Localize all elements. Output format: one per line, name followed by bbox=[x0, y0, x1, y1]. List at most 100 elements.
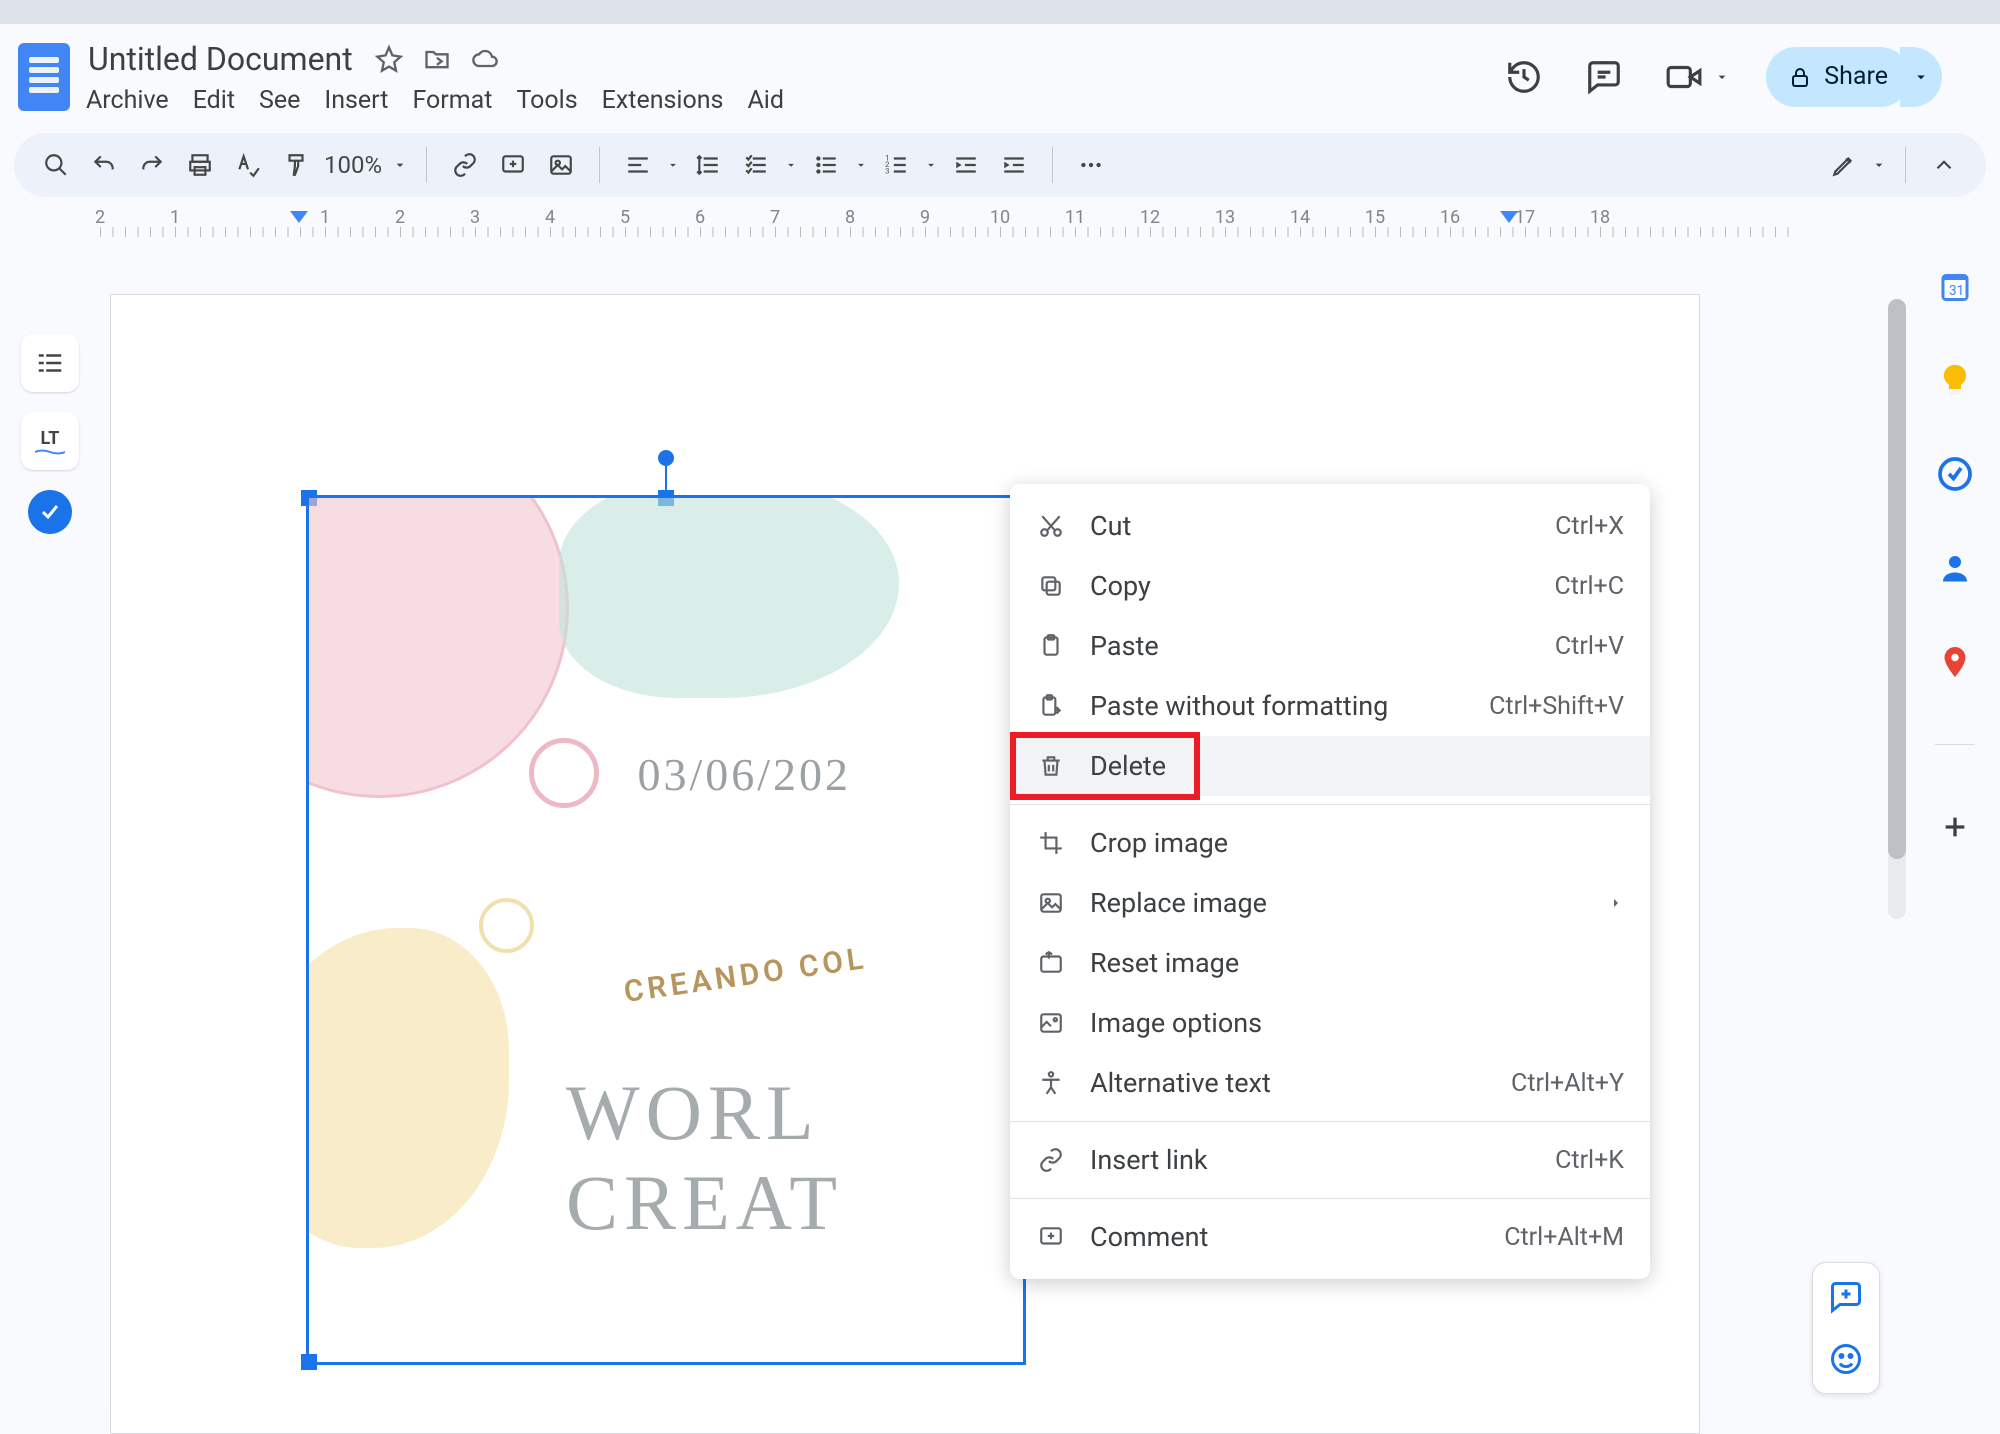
ctx-delete[interactable]: Delete bbox=[1010, 736, 1650, 796]
add-addon-icon[interactable] bbox=[1933, 805, 1977, 849]
ctx-label: Paste without formatting bbox=[1090, 690, 1388, 722]
meet-icon[interactable] bbox=[1662, 55, 1706, 99]
history-icon[interactable] bbox=[1502, 55, 1546, 99]
cloud-status-icon[interactable] bbox=[471, 45, 499, 73]
bulleted-list-icon[interactable] bbox=[806, 145, 846, 185]
chevron-down-icon[interactable] bbox=[854, 158, 868, 172]
maps-app-icon[interactable] bbox=[1933, 640, 1977, 684]
line-spacing-icon[interactable] bbox=[688, 145, 728, 185]
menu-format[interactable]: Format bbox=[412, 86, 492, 115]
emoji-reaction-icon[interactable] bbox=[1824, 1337, 1868, 1381]
comments-icon[interactable] bbox=[1582, 55, 1626, 99]
ctx-reset[interactable]: Reset image bbox=[1010, 933, 1650, 993]
menu-insert[interactable]: Insert bbox=[324, 86, 388, 115]
menu-see[interactable]: See bbox=[259, 86, 300, 115]
editing-mode[interactable] bbox=[1831, 152, 1887, 178]
keep-app-icon[interactable] bbox=[1933, 358, 1977, 402]
browser-chrome bbox=[0, 0, 2000, 24]
ctx-label: Image options bbox=[1090, 1007, 1262, 1039]
chevron-down-icon bbox=[392, 157, 408, 173]
numbered-list-icon[interactable]: 123 bbox=[876, 145, 916, 185]
more-icon[interactable] bbox=[1071, 145, 1111, 185]
ctx-comment[interactable]: CommentCtrl+Alt+M bbox=[1010, 1207, 1650, 1267]
calendar-app-icon[interactable]: 31 bbox=[1933, 264, 1977, 308]
menu-aid[interactable]: Aid bbox=[747, 86, 784, 115]
decrease-indent-icon[interactable] bbox=[946, 145, 986, 185]
chevron-down-icon[interactable] bbox=[924, 158, 938, 172]
share-button[interactable]: Share bbox=[1766, 47, 1910, 107]
reset-image-icon bbox=[1036, 948, 1066, 978]
ctx-label: Copy bbox=[1090, 570, 1151, 602]
menu-extensions[interactable]: Extensions bbox=[602, 86, 724, 115]
docs-logo-icon[interactable] bbox=[18, 43, 70, 111]
add-comment-icon[interactable] bbox=[1824, 1275, 1868, 1319]
spellcheck-icon[interactable] bbox=[228, 145, 268, 185]
ruler-tick: 7 bbox=[770, 207, 780, 228]
left-rail: LT bbox=[0, 294, 100, 1414]
ruler-tick: 16 bbox=[1440, 207, 1460, 228]
menu-archive[interactable]: Archive bbox=[86, 86, 169, 115]
search-icon[interactable] bbox=[36, 145, 76, 185]
increase-indent-icon[interactable] bbox=[994, 145, 1034, 185]
ctx-pastewf[interactable]: Paste without formattingCtrl+Shift+V bbox=[1010, 676, 1650, 736]
accessibility-icon bbox=[1036, 1068, 1066, 1098]
title-column: Untitled Document Archive Edit See Inser… bbox=[86, 38, 784, 115]
share-label: Share bbox=[1824, 62, 1888, 91]
ctx-replace[interactable]: Replace image bbox=[1010, 873, 1650, 933]
collapse-toolbar-icon[interactable] bbox=[1924, 145, 1964, 185]
ctx-label: Delete bbox=[1090, 750, 1166, 782]
zoom-selector[interactable]: 100% bbox=[324, 151, 408, 179]
rotate-handle[interactable] bbox=[658, 450, 674, 466]
chevron-down-icon[interactable] bbox=[784, 158, 798, 172]
menu-bar: Archive Edit See Insert Format Tools Ext… bbox=[86, 84, 784, 115]
chevron-down-icon[interactable] bbox=[1714, 69, 1730, 85]
move-icon[interactable] bbox=[423, 45, 451, 73]
cut-icon bbox=[1036, 511, 1066, 541]
tasks-app-icon[interactable] bbox=[1933, 452, 1977, 496]
document-title[interactable]: Untitled Document bbox=[86, 38, 355, 80]
insert-comment-icon[interactable] bbox=[493, 145, 533, 185]
ctx-options[interactable]: Image options bbox=[1010, 993, 1650, 1053]
chevron-down-icon[interactable] bbox=[666, 158, 680, 172]
check-badge-icon[interactable] bbox=[28, 490, 72, 534]
paste-plain-icon bbox=[1036, 691, 1066, 721]
ctx-cut[interactable]: CutCtrl+X bbox=[1010, 496, 1650, 556]
selected-image[interactable]: 03/06/202 CREANDO COL WORL CREAT bbox=[306, 495, 1026, 1365]
outline-icon[interactable] bbox=[21, 334, 79, 392]
align-icon[interactable] bbox=[618, 145, 658, 185]
paste-icon bbox=[1036, 631, 1066, 661]
checklist-icon[interactable] bbox=[736, 145, 776, 185]
ctx-label: Alternative text bbox=[1090, 1067, 1271, 1099]
ctx-copy[interactable]: CopyCtrl+C bbox=[1010, 556, 1650, 616]
share-dropdown[interactable] bbox=[1900, 47, 1942, 107]
horizontal-ruler[interactable]: 21123456789101112131415161718 bbox=[100, 207, 1800, 237]
ctx-link[interactable]: Insert linkCtrl+K bbox=[1010, 1130, 1650, 1190]
floating-tools bbox=[1812, 1262, 1880, 1394]
languagetool-icon[interactable]: LT bbox=[21, 412, 79, 470]
contacts-app-icon[interactable] bbox=[1933, 546, 1977, 590]
ruler-tick: 4 bbox=[545, 207, 555, 228]
undo-icon[interactable] bbox=[84, 145, 124, 185]
ctx-label: Cut bbox=[1090, 510, 1131, 542]
ctx-label: Comment bbox=[1090, 1221, 1208, 1253]
insert-image-icon[interactable] bbox=[541, 145, 581, 185]
svg-text:31: 31 bbox=[1949, 283, 1964, 299]
trash-icon bbox=[1036, 751, 1066, 781]
left-indent-marker[interactable] bbox=[290, 211, 308, 223]
star-icon[interactable] bbox=[375, 45, 403, 73]
ctx-label: Paste bbox=[1090, 630, 1159, 662]
ctx-alt[interactable]: Alternative textCtrl+Alt+Y bbox=[1010, 1053, 1650, 1113]
print-icon[interactable] bbox=[180, 145, 220, 185]
title-area: Untitled Document Archive Edit See Inser… bbox=[0, 24, 2000, 115]
menu-tools[interactable]: Tools bbox=[516, 86, 577, 115]
chevron-down-icon bbox=[1871, 157, 1887, 173]
menu-edit[interactable]: Edit bbox=[193, 86, 235, 115]
ctx-paste[interactable]: PasteCtrl+V bbox=[1010, 616, 1650, 676]
ruler-tick: 5 bbox=[620, 207, 630, 228]
link-icon bbox=[1036, 1145, 1066, 1175]
redo-icon[interactable] bbox=[132, 145, 172, 185]
ctx-crop[interactable]: Crop image bbox=[1010, 813, 1650, 873]
paint-format-icon[interactable] bbox=[276, 145, 316, 185]
insert-link-icon[interactable] bbox=[445, 145, 485, 185]
ruler-tick: 8 bbox=[845, 207, 855, 228]
